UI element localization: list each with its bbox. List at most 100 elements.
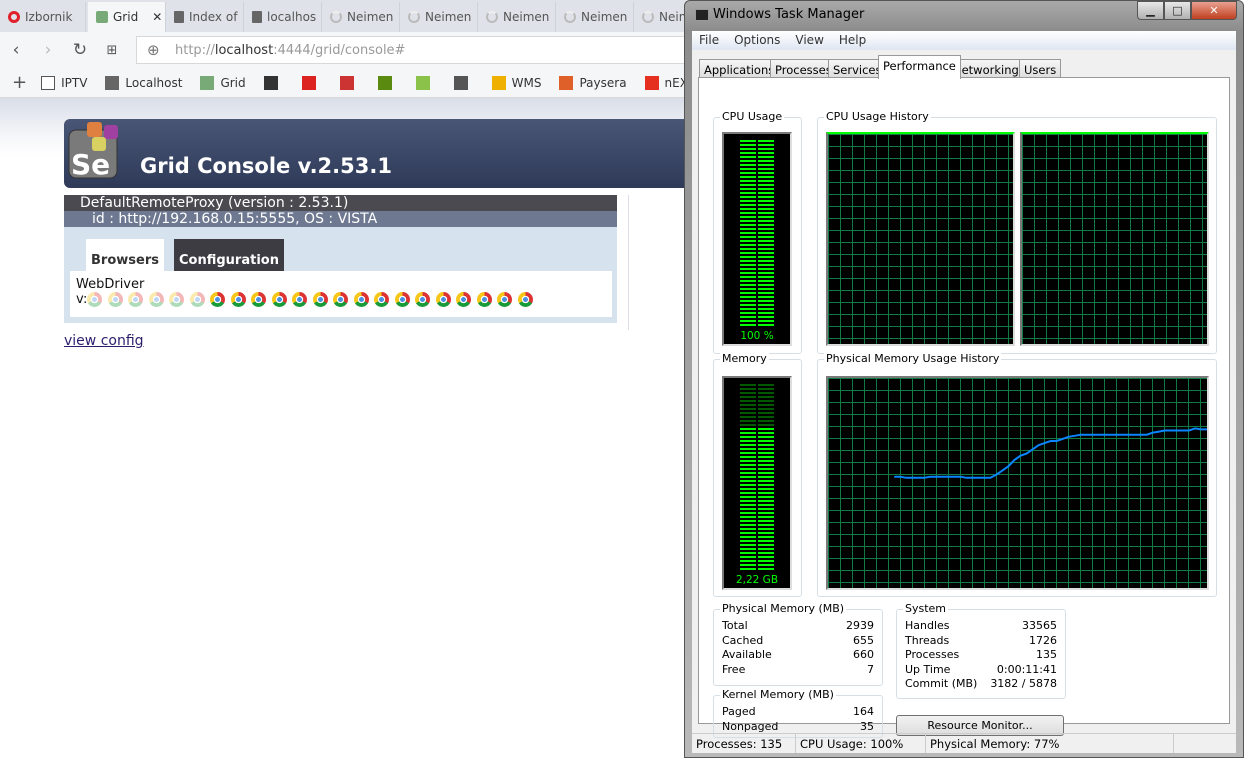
menu-options[interactable]: Options [727, 31, 788, 50]
chrome-slot-icon[interactable] [415, 292, 431, 307]
speed-dial-icon[interactable]: ⊞ [96, 43, 128, 58]
browser-tab[interactable]: localhos [244, 2, 322, 32]
bookmark-item[interactable] [263, 75, 284, 90]
chrome-slot-icon[interactable] [353, 292, 369, 307]
tab-performance[interactable]: Performance [878, 55, 961, 79]
browser-tab[interactable]: Neimen [556, 2, 634, 32]
stat-value: 164 [853, 705, 874, 718]
tab-browsers[interactable]: Browsers [86, 239, 164, 272]
chrome-slot-icon[interactable] [476, 292, 492, 307]
menu-help[interactable]: Help [832, 31, 874, 50]
bookmark-label: Grid [220, 75, 246, 90]
android-download-icon [415, 75, 430, 90]
bookmark-label: WMS [511, 75, 542, 90]
chrome-slot-icon[interactable] [312, 292, 328, 307]
tab-label: Neimen [347, 10, 394, 24]
chrome-slot-icon[interactable] [87, 292, 103, 307]
tab-applications[interactable]: Applications [699, 59, 780, 78]
grid-check-icon [200, 75, 215, 90]
browser-tab[interactable]: Grid ✕ [88, 2, 166, 32]
close-tab-icon[interactable]: ✕ [152, 10, 162, 24]
bookmark-item[interactable]: Grid [200, 75, 246, 90]
memory-meter: 2,22 GB [722, 376, 792, 590]
chrome-slot-icon[interactable] [271, 292, 287, 307]
reload-icon[interactable]: ↻ [64, 40, 96, 60]
opera-icon [8, 11, 20, 23]
chrome-slot-icon[interactable] [230, 292, 246, 307]
url-rest: :4444/grid/console# [273, 42, 406, 58]
task-manager-icon [695, 9, 709, 21]
tab-configuration[interactable]: Configuration [174, 239, 284, 272]
chrome-slot-icon[interactable] [374, 292, 390, 307]
kernel-memory-group: Kernel Memory (MB) Paged 164 Nonpaged 35 [713, 688, 883, 738]
chrome-slot-icon[interactable] [189, 292, 205, 307]
stat-value: 2939 [846, 619, 874, 632]
status-memory: Physical Memory: 77% [926, 734, 1174, 753]
browser-tab[interactable]: Neimen [400, 2, 478, 32]
view-config-link[interactable]: view config [64, 333, 144, 349]
chrome-slot-icon[interactable] [456, 292, 472, 307]
stat-row: Threads 1726 [905, 634, 1057, 649]
physical-memory-group: Physical Memory (MB) Total 2939 Cached 655 A… [713, 602, 883, 686]
close-button[interactable]: ✕ [1191, 1, 1237, 20]
url-field[interactable]: ⊕ http://localhost:4444/grid/console# [136, 36, 696, 64]
svg-text:Se: Se [71, 148, 110, 180]
bookmark-item[interactable] [301, 75, 322, 90]
bookmark-item[interactable] [453, 75, 474, 90]
memory-value: 2,22 GB [735, 574, 779, 586]
memory-history-label: Physical Memory Usage History [824, 352, 1002, 365]
stat-value: 135 [1036, 648, 1057, 662]
wms-icon [491, 75, 506, 90]
forward-icon[interactable]: › [32, 40, 64, 60]
chrome-slot-icon[interactable] [210, 292, 226, 307]
stat-row: Nonpaged 35 [722, 720, 874, 735]
bookmark-item[interactable] [339, 75, 360, 90]
maximize-button[interactable]: □ [1164, 1, 1191, 20]
physical-memory-label: Physical Memory (MB) [720, 602, 847, 615]
bookmark-item[interactable]: Localhost [105, 75, 182, 90]
memory-history-chart [894, 427, 1207, 479]
stat-label: Commit (MB) [905, 677, 978, 691]
add-bookmark-icon[interactable]: + [12, 72, 27, 93]
chrome-slot-icon[interactable] [292, 292, 308, 307]
menu-file[interactable]: File [692, 31, 727, 50]
stat-row: Commit (MB) 3182 / 5878 [905, 677, 1057, 692]
chrome-slot-icon[interactable] [517, 292, 533, 307]
bookmark-item[interactable]: Paysera [559, 75, 627, 90]
monitor-icon [377, 75, 392, 90]
folder-icon [41, 75, 56, 90]
menu-view[interactable]: View [788, 31, 831, 50]
chrome-slot-icon[interactable] [497, 292, 513, 307]
chrome-slot-icon[interactable] [128, 292, 144, 307]
globe-icon: ⊕ [147, 41, 160, 59]
chrome-slot-icon[interactable] [251, 292, 267, 307]
stat-label: Processes [905, 648, 960, 662]
chrome-slot-icon[interactable] [169, 292, 185, 307]
window-title: Windows Task Manager [713, 7, 865, 22]
menu-bar: File Options View Help [692, 31, 1236, 50]
bookmarks-bar: + IPTV Localhost Grid WMS Paysera nEXB [0, 68, 696, 98]
browser-tab[interactable]: Neimen [478, 2, 556, 32]
bookmark-item[interactable]: WMS [491, 75, 542, 90]
tab-label: Grid [113, 10, 139, 24]
browser-tab[interactable]: Izbornik [0, 2, 86, 32]
paysera-icon [559, 75, 574, 90]
bookmark-item[interactable] [415, 75, 436, 90]
browser-tab[interactable]: Neimen [322, 2, 400, 32]
stat-value: 0:00:11:41 [996, 662, 1057, 676]
chrome-slot-icon[interactable] [107, 292, 123, 307]
stat-label: Free [722, 662, 746, 676]
browser-tab[interactable]: Index of [166, 2, 244, 32]
red-checker-icon [301, 75, 316, 90]
back-icon[interactable]: ‹ [0, 40, 32, 60]
chrome-slot-icon[interactable] [333, 292, 349, 307]
chrome-slot-icon[interactable] [435, 292, 451, 307]
bookmark-item[interactable] [377, 75, 398, 90]
tab-users[interactable]: Users [1019, 59, 1062, 78]
minimize-button[interactable]: ▁ [1137, 1, 1164, 20]
tab-processes[interactable]: Processes [770, 59, 837, 78]
bookmark-item[interactable]: IPTV [41, 75, 87, 90]
tab-label: Neimen [581, 10, 628, 24]
chrome-slot-icon[interactable] [394, 292, 410, 307]
chrome-slot-icon[interactable] [148, 292, 164, 307]
